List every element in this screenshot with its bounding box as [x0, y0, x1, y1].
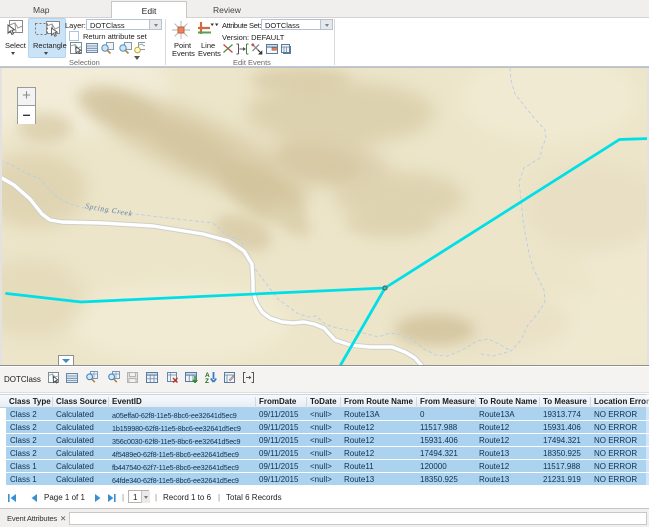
svg-text:Z: Z [205, 378, 209, 385]
